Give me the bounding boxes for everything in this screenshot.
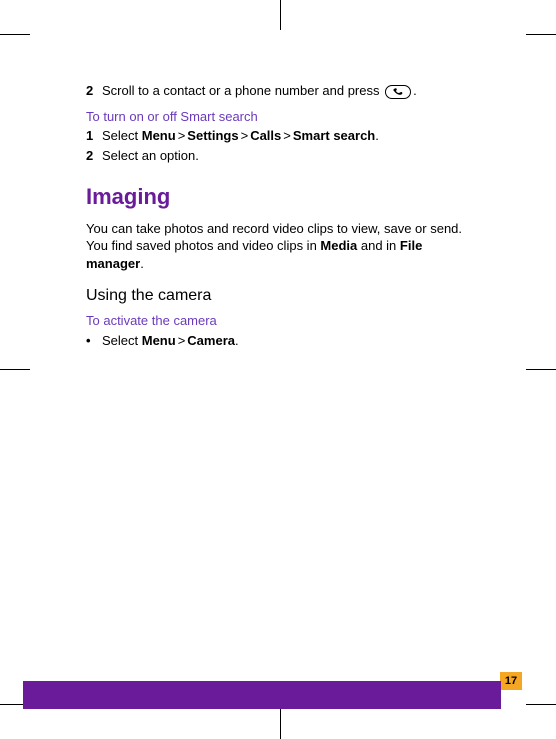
text: .	[140, 256, 144, 271]
text: .	[235, 333, 239, 348]
separator: >	[241, 128, 249, 143]
sub-heading: To activate the camera	[86, 312, 466, 330]
crop-mark	[280, 709, 281, 739]
step-text: Select Menu>Camera.	[102, 332, 466, 350]
text: .	[413, 83, 417, 98]
menu-path-item: Menu	[142, 333, 176, 348]
page-number: 17	[500, 672, 522, 690]
separator: >	[178, 333, 186, 348]
sub-heading: To turn on or off Smart search	[86, 108, 466, 126]
crop-mark	[526, 34, 556, 35]
step-number: 2	[86, 147, 102, 165]
text: Select	[102, 333, 142, 348]
call-icon	[385, 85, 411, 99]
bold-text: Media	[320, 238, 357, 253]
footer-bar	[23, 681, 501, 709]
step-row: 2 Scroll to a contact or a phone number …	[86, 82, 466, 100]
menu-path-item: Camera	[187, 333, 235, 348]
menu-path-item: Smart search	[293, 128, 375, 143]
step-text: Scroll to a contact or a phone number an…	[102, 82, 466, 100]
crop-mark	[0, 369, 30, 370]
step-row: 1 Select Menu>Settings>Calls>Smart searc…	[86, 127, 466, 145]
step-number: 2	[86, 82, 102, 100]
separator: >	[283, 128, 291, 143]
crop-mark	[0, 34, 30, 35]
separator: >	[178, 128, 186, 143]
crop-mark	[526, 704, 556, 705]
step-text: Select an option.	[102, 147, 466, 165]
crop-mark	[526, 369, 556, 370]
bullet: •	[86, 332, 102, 350]
section-heading: Imaging	[86, 182, 466, 212]
text: Scroll to a contact or a phone number an…	[102, 83, 383, 98]
text: .	[375, 128, 379, 143]
paragraph: You can take photos and record video cli…	[86, 220, 466, 273]
bullet-row: • Select Menu>Camera.	[86, 332, 466, 350]
step-text: Select Menu>Settings>Calls>Smart search.	[102, 127, 466, 145]
sub-section-heading: Using the camera	[86, 285, 466, 307]
page-content: 2 Scroll to a contact or a phone number …	[86, 82, 466, 351]
menu-path-item: Settings	[187, 128, 238, 143]
menu-path-item: Menu	[142, 128, 176, 143]
step-number: 1	[86, 127, 102, 145]
crop-mark	[280, 0, 281, 30]
text: Select	[102, 128, 142, 143]
step-row: 2 Select an option.	[86, 147, 466, 165]
text: and in	[357, 238, 400, 253]
menu-path-item: Calls	[250, 128, 281, 143]
